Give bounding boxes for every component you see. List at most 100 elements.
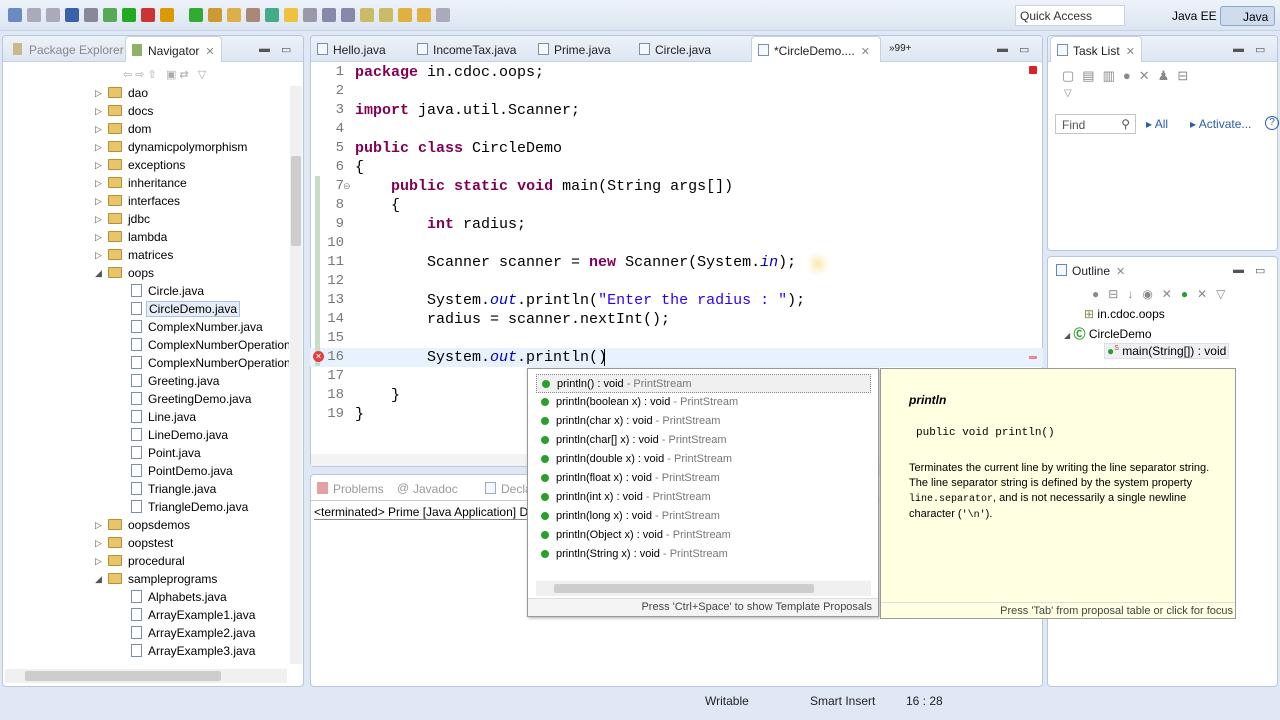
proposal-item[interactable]: println(double x) : void - PrintStream	[536, 450, 871, 469]
expand-icon[interactable]: ▷	[95, 178, 102, 189]
new-task-icon[interactable]: ▢	[1062, 68, 1082, 83]
help-icon[interactable]: ?	[1265, 116, 1279, 130]
tab-incometaxjava[interactable]: IncomeTax.java	[411, 36, 522, 62]
tab-overflow[interactable]: »99+	[885, 36, 918, 62]
toolbar-icon[interactable]	[227, 8, 241, 22]
tree-item[interactable]: ▷ procedural	[3, 552, 289, 570]
hide-static-icon[interactable]: ✕	[1162, 287, 1181, 301]
expand-icon[interactable]: ▷	[95, 250, 102, 261]
tree-item[interactable]: ▷ oopstest	[3, 534, 289, 552]
hide-completed-icon[interactable]: ✕	[1139, 68, 1158, 83]
code-line[interactable]: package in.cdoc.oops;	[355, 63, 544, 82]
tree-item[interactable]: ▷ dao	[3, 84, 289, 102]
hide-nonpublic-icon[interactable]: ●	[1181, 287, 1197, 301]
tree-item[interactable]: Point.java	[3, 444, 289, 462]
tree-item[interactable]: LineDemo.java	[3, 426, 289, 444]
expand-icon[interactable]: ▷	[95, 538, 102, 549]
close-icon[interactable]: ✕	[861, 46, 870, 58]
code-line[interactable]: Scanner scanner = new Scanner(System.in)…	[355, 253, 796, 272]
tree-item[interactable]: ▷ dynamicpolymorphism	[3, 138, 289, 156]
minimize-icon[interactable]: ▬	[1233, 43, 1244, 55]
filter-icon[interactable]: ▥	[1103, 68, 1123, 83]
tree-item[interactable]: ▷ oopsdemos	[3, 516, 289, 534]
tree-item[interactable]: Circle.java	[3, 282, 289, 300]
expand-icon[interactable]: ▷	[95, 196, 102, 207]
maximize-icon[interactable]: ▭	[1255, 264, 1265, 277]
proposal-item[interactable]: println(long x) : void - PrintStream	[536, 507, 871, 526]
perspective-java-ee[interactable]: Java EE	[1150, 6, 1223, 26]
code-line[interactable]: public static void main(String args[])	[355, 177, 733, 196]
toolbar-icon[interactable]	[379, 8, 393, 22]
tree-item[interactable]: ◢ oops	[3, 264, 289, 282]
collapse-icon[interactable]: ◢	[95, 574, 102, 585]
tab-problems[interactable]: Problems	[311, 475, 390, 501]
code-line[interactable]: {	[355, 158, 364, 177]
vertical-scrollbar[interactable]	[290, 86, 302, 664]
scroll-thumb[interactable]	[25, 671, 221, 681]
tree-item[interactable]: ComplexNumberOperation	[3, 354, 289, 372]
expand-icon[interactable]: ▷	[95, 124, 102, 135]
toolbar-icon[interactable]	[436, 8, 450, 22]
expand-icon[interactable]: ◢	[1064, 331, 1070, 340]
activate-link[interactable]: ▸ Activate...	[1190, 117, 1251, 131]
code-line[interactable]: System.out.println()	[355, 348, 607, 367]
code-line[interactable]: radius = scanner.nextInt();	[355, 310, 670, 329]
code-line[interactable]: int radius;	[355, 215, 526, 234]
toolbar-icon[interactable]	[8, 8, 22, 22]
toolbar-icon[interactable]	[284, 8, 298, 22]
tree-item[interactable]: Triangle.java	[3, 480, 289, 498]
tree-item[interactable]: ▷ matrices	[3, 246, 289, 264]
back-icon[interactable]: ⇦ ⇨ ⇧	[123, 69, 157, 81]
tab-circlejava[interactable]: Circle.java	[633, 36, 717, 62]
tab-primejava[interactable]: Prime.java	[532, 36, 617, 62]
tree-item[interactable]: ArrayExample2.java	[3, 624, 289, 642]
tree-item[interactable]: ▷ jdbc	[3, 210, 289, 228]
maximize-icon[interactable]: ▭	[1019, 43, 1029, 56]
toolbar-icon[interactable]	[189, 8, 203, 22]
tree-item[interactable]: AverageJava	[3, 660, 289, 662]
view-menu-icon[interactable]: ▽	[1216, 287, 1234, 301]
tab-package-explorer[interactable]: Package Explorer	[7, 36, 130, 62]
code-line[interactable]: }	[355, 386, 400, 405]
tree-item[interactable]: ▷ docs	[3, 102, 289, 120]
collapse-all-icon[interactable]: ▣	[166, 69, 176, 81]
all-link[interactable]: ▸ All	[1146, 117, 1168, 131]
proposal-item[interactable]: println(int x) : void - PrintStream	[536, 488, 871, 507]
group-icon[interactable]: ●	[1092, 287, 1108, 301]
outline-class[interactable]: ◢ Ⓒ CircleDemo	[1064, 325, 1152, 342]
hide-local-icon[interactable]: ✕	[1197, 287, 1216, 301]
expand-icon[interactable]: ▷	[95, 106, 102, 117]
tree-item[interactable]: ArrayExample3.java	[3, 642, 289, 660]
tree-item[interactable]: Alphabets.java	[3, 588, 289, 606]
tree-item[interactable]: ComplexNumberOperation	[3, 336, 289, 354]
collapse-icon[interactable]: ⊟	[1177, 68, 1196, 83]
toolbar-icon[interactable]	[417, 8, 431, 22]
tab-hellojava[interactable]: Hello.java	[311, 36, 392, 62]
toolbar-icon[interactable]	[65, 8, 79, 22]
code-line[interactable]: }	[355, 405, 364, 424]
proposal-item[interactable]: println(String x) : void - PrintStream	[536, 545, 871, 564]
horizontal-scrollbar[interactable]	[5, 669, 287, 683]
maximize-icon[interactable]: ▭	[1255, 43, 1265, 56]
minimize-icon[interactable]: ▬	[1233, 264, 1244, 276]
toolbar-icon[interactable]	[141, 8, 155, 22]
tab-javadoc[interactable]: @ Javadoc	[391, 475, 464, 501]
toolbar-icon[interactable]	[398, 8, 412, 22]
tree-item[interactable]: ▷ lambda	[3, 228, 289, 246]
expand-icon[interactable]: ▷	[95, 88, 102, 99]
toolbar-icon[interactable]	[27, 8, 41, 22]
close-icon[interactable]: ✕	[1126, 46, 1135, 58]
toolbar-icon[interactable]	[103, 8, 117, 22]
toolbar-icon[interactable]	[360, 8, 374, 22]
tree-item[interactable]: CircleDemo.java	[3, 300, 289, 318]
perspective-java[interactable]: Java	[1220, 6, 1276, 26]
toolbar-icon[interactable]	[122, 8, 136, 22]
tree-item[interactable]: ComplexNumber.java	[3, 318, 289, 336]
proposal-item[interactable]: println() : void - PrintStream	[536, 374, 871, 393]
link-icon[interactable]: ⇄	[179, 69, 188, 81]
tree-item[interactable]: PointDemo.java	[3, 462, 289, 480]
categorize-icon[interactable]: ▤	[1082, 68, 1102, 83]
scroll-thumb[interactable]	[554, 584, 814, 593]
toolbar-icon[interactable]	[303, 8, 317, 22]
toolbar-icon[interactable]	[208, 8, 222, 22]
